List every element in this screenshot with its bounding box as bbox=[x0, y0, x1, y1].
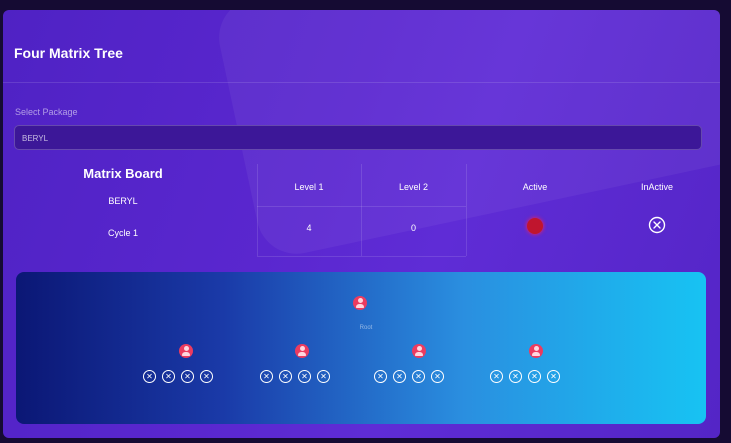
empty-slot-close-icon[interactable]: ✕ bbox=[143, 370, 156, 383]
empty-slot-close-icon[interactable]: ✕ bbox=[490, 370, 503, 383]
empty-slot-close-icon[interactable]: ✕ bbox=[162, 370, 175, 383]
matrix-board-heading: Matrix Board bbox=[83, 166, 163, 181]
four-matrix-card: Four Matrix Tree Select Package BERYL Ma… bbox=[3, 10, 720, 438]
empty-slot-close-icon[interactable]: ✕ bbox=[181, 370, 194, 383]
empty-slot-close-icon[interactable]: ✕ bbox=[374, 370, 387, 383]
empty-slot-close-icon[interactable]: ✕ bbox=[431, 370, 444, 383]
active-indicator-icon bbox=[527, 218, 543, 234]
level1-value: 4 bbox=[306, 223, 312, 233]
grid-line bbox=[257, 206, 466, 207]
package-select[interactable]: BERYL bbox=[14, 125, 702, 150]
root-user-icon[interactable] bbox=[353, 296, 367, 310]
inactive-close-circle-icon bbox=[648, 216, 666, 234]
empty-slot-close-icon[interactable]: ✕ bbox=[509, 370, 522, 383]
child-user-icon[interactable] bbox=[412, 344, 426, 358]
select-package-label: Select Package bbox=[15, 107, 78, 117]
matrix-tree-panel: Root ✕ ✕ ✕ ✕ ✕ ✕ ✕ ✕ ✕ ✕ ✕ ✕ ✕ ✕ ✕ ✕ bbox=[16, 272, 706, 424]
col-header-active: Active bbox=[522, 182, 548, 192]
child-user-icon[interactable] bbox=[179, 344, 193, 358]
empty-slot-close-icon[interactable]: ✕ bbox=[279, 370, 292, 383]
grid-line bbox=[257, 164, 258, 256]
matrix-board-package: BERYL bbox=[108, 196, 138, 206]
level2-value: 0 bbox=[410, 223, 416, 233]
empty-slot-close-icon[interactable]: ✕ bbox=[393, 370, 406, 383]
empty-slot-close-icon[interactable]: ✕ bbox=[547, 370, 560, 383]
grid-line bbox=[257, 256, 466, 257]
root-label: Root bbox=[359, 325, 373, 331]
empty-slot-close-icon[interactable]: ✕ bbox=[317, 370, 330, 383]
empty-slot-close-icon[interactable]: ✕ bbox=[298, 370, 311, 383]
col-header-level2: Level 2 bbox=[398, 182, 429, 192]
child-user-icon[interactable] bbox=[295, 344, 309, 358]
child-user-icon[interactable] bbox=[529, 344, 543, 358]
page-title: Four Matrix Tree bbox=[14, 45, 123, 61]
matrix-board-cycle: Cycle 1 bbox=[107, 228, 138, 238]
grid-line bbox=[466, 164, 467, 256]
grid-line bbox=[361, 164, 362, 256]
header-divider bbox=[3, 82, 720, 83]
col-header-inactive: InActive bbox=[640, 182, 673, 192]
empty-slot-close-icon[interactable]: ✕ bbox=[528, 370, 541, 383]
empty-slot-close-icon[interactable]: ✕ bbox=[260, 370, 273, 383]
col-header-level1: Level 1 bbox=[294, 182, 324, 192]
empty-slot-close-icon[interactable]: ✕ bbox=[412, 370, 425, 383]
empty-slot-close-icon[interactable]: ✕ bbox=[200, 370, 213, 383]
